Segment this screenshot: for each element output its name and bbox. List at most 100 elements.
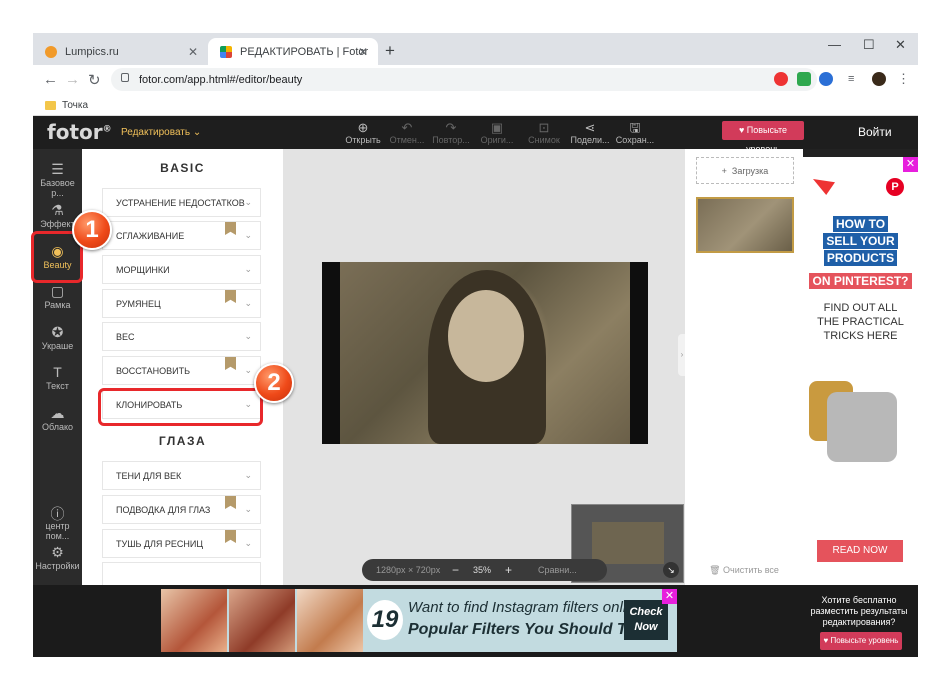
fotor-logo[interactable]: fotor® — [47, 120, 112, 144]
read-now-button[interactable]: READ NOW — [817, 540, 903, 562]
media-icon[interactable]: ≡ — [848, 72, 862, 86]
chevron-down-icon: ⌄ — [244, 470, 252, 480]
panel-item-restore[interactable]: ВОССТАНОВИТЬ ⌄ — [102, 356, 261, 385]
new-tab-icon[interactable]: + — [385, 41, 395, 61]
save-button[interactable]: 🖫 Сохран... — [613, 120, 657, 145]
panel-item-mascara[interactable]: ТУШЬ ДЛЯ РЕСНИЦ ⌄ — [102, 529, 261, 558]
snapshot-icon: ⊡ — [538, 120, 550, 135]
panel-item-smoothing[interactable]: СГЛАЖИВАНИЕ ⌄ — [102, 221, 261, 250]
sliders-icon: ☰ — [51, 161, 64, 177]
pinterest-icon: P — [886, 178, 904, 196]
compare-button[interactable]: Сравни... — [538, 565, 577, 575]
bookmarks-bar: Точка — [33, 95, 918, 116]
sidebar-item-settings[interactable]: ⚙ Настройки — [33, 544, 82, 571]
frame-icon: ▢ — [50, 283, 65, 299]
bottom-advertisement[interactable]: 19 Want to find Instagram filters online… — [161, 589, 677, 652]
sidebar-item-text[interactable]: T Текст — [33, 364, 82, 391]
upload-button[interactable]: + Загрузка — [696, 157, 794, 184]
clear-all-button[interactable]: 🗑 Очистить все — [685, 565, 803, 576]
tab-fotor[interactable]: РЕДАКТИРОВАТЬ | Fotor ✕ — [208, 38, 378, 65]
ad-line: Want to find Instagram filters online? — [408, 599, 652, 616]
address-row: ← → ↻ fotor.com/app.html#/editor/beauty … — [33, 65, 918, 95]
extension-icon[interactable] — [774, 72, 788, 86]
upgrade-button[interactable]: ♥ Повысьте уровень — [820, 632, 902, 650]
sidebar-item-cloud[interactable]: ☁ Облако — [33, 405, 82, 432]
ad-line: HOW TO — [832, 216, 889, 232]
back-icon[interactable]: ← — [43, 71, 58, 88]
upgrade-button[interactable]: ♥ Повысьте уровень — [722, 121, 804, 154]
avatar[interactable] — [872, 72, 886, 86]
panel-item-eyeshadow[interactable]: ТЕНИ ДЛЯ ВЕК ⌄ — [102, 461, 261, 490]
minimize-icon[interactable]: — — [828, 37, 841, 52]
premium-icon — [225, 496, 236, 509]
sidebar-item-basic[interactable]: ☰ Базовое р... — [33, 161, 82, 198]
close-tab-icon[interactable]: ✕ — [188, 45, 198, 59]
bookmark-item[interactable]: Точка — [62, 100, 88, 111]
help-icon: ⓘ — [50, 506, 65, 522]
close-ad-icon[interactable]: ✕ — [903, 157, 918, 172]
close-window-icon[interactable]: ✕ — [895, 37, 906, 53]
image-dimensions: 1280px × 720px — [376, 565, 441, 575]
resize-arrow-icon[interactable]: ↘ — [663, 562, 679, 578]
panel-item-blemish[interactable]: УСТРАНЕНИЕ НЕДОСТАТКОВ ⌄ — [102, 188, 261, 217]
undo-button[interactable]: ↶ Отмен... — [385, 120, 429, 145]
chevron-down-icon: ⌄ — [244, 538, 252, 548]
promo-text: Хотите бесплатно разместить результаты р… — [810, 595, 908, 627]
login-button[interactable]: Войти — [858, 125, 892, 139]
cloud-icon: ☁ — [50, 405, 65, 421]
maximize-icon[interactable]: ☐ — [863, 37, 875, 53]
ad-subtext: FIND OUT ALL THE PRACTICAL TRICKS HERE — [817, 302, 904, 342]
tab-lumpics[interactable]: Lumpics.ru ✕ — [33, 38, 208, 65]
redo-icon: ↷ — [445, 120, 457, 135]
original-button[interactable]: ▣ Ориги... — [475, 120, 519, 145]
chevron-down-icon: ⌄ — [244, 264, 252, 274]
extension-icon[interactable] — [819, 72, 833, 86]
photo-image — [340, 262, 630, 444]
flask-icon: ⚗ — [51, 202, 64, 218]
zoom-out-icon[interactable]: − — [452, 563, 459, 577]
sidebar-item-help[interactable]: ⓘ центр пом... — [33, 504, 82, 541]
address-bar[interactable]: fotor.com/app.html#/editor/beauty ⊞ ☆ — [111, 68, 817, 91]
editor-canvas[interactable]: › ↘ 1280px × 720px − 35% + Сравни... — [283, 149, 686, 585]
forward-icon[interactable]: → — [65, 71, 80, 88]
snapshot-button[interactable]: ⊡ Снимок — [522, 120, 566, 145]
panel-item-wrinkles[interactable]: МОРЩИНКИ ⌄ — [102, 255, 261, 284]
right-advertisement[interactable]: ✕ P HOW TO SELL YOUR PRODUCTS ON PINTERE… — [803, 157, 918, 585]
image-thumbnail[interactable] — [696, 197, 794, 253]
sidebar-item-frame[interactable]: ▢ Рамка — [33, 283, 82, 310]
close-tab-icon[interactable]: ✕ — [358, 45, 368, 59]
folder-icon — [45, 100, 56, 110]
step-badge-1: 1 — [72, 210, 112, 250]
tab-bar: Lumpics.ru ✕ РЕДАКТИРОВАТЬ | Fotor ✕ + —… — [33, 33, 918, 65]
settings-icon: ⚙ — [51, 544, 64, 560]
lock-icon — [121, 73, 129, 82]
undo-icon: ↶ — [401, 120, 413, 135]
chevron-down-icon: ⌄ — [244, 197, 252, 207]
mode-select[interactable]: Редактировать ⌄ — [121, 127, 201, 138]
reload-icon[interactable]: ↻ — [88, 71, 101, 89]
open-button[interactable]: ⊕ Открыть — [341, 120, 385, 145]
redo-button[interactable]: ↷ Повтор... — [429, 120, 473, 145]
ad-line: ON PINTEREST? — [809, 273, 912, 289]
extension-icon[interactable] — [797, 72, 811, 86]
panel-item-blush[interactable]: РУМЯНЕЦ ⌄ — [102, 289, 261, 318]
app-topbar: fotor® Редактировать ⌄ ⊕ Открыть ↶ Отмен..… — [33, 116, 918, 154]
menu-icon[interactable]: ⋮ — [897, 71, 910, 87]
original-icon: ▣ — [490, 120, 504, 135]
photo[interactable] — [322, 262, 648, 444]
share-button[interactable]: ⋖ Подели... — [568, 120, 612, 145]
chevron-down-icon: ⌄ — [244, 298, 252, 308]
bag-image — [827, 392, 897, 462]
panel-item-eyeliner[interactable]: ПОДВОДКА ДЛЯ ГЛАЗ ⌄ — [102, 495, 261, 524]
zoom-value: 35% — [473, 565, 492, 575]
panel-item-more[interactable] — [102, 562, 261, 585]
zoom-in-icon[interactable]: + — [505, 563, 512, 577]
check-now-button[interactable]: Check Now — [624, 600, 668, 640]
close-ad-icon[interactable]: ✕ — [662, 589, 677, 604]
right-panel: + Загрузка 🗑 Очистить все — [685, 149, 803, 585]
save-icon: 🖫 — [629, 120, 641, 135]
panel-item-weight[interactable]: ВЕС ⌄ — [102, 322, 261, 351]
bottom-ad-bar: 19 Want to find Instagram filters online… — [33, 585, 918, 657]
text-icon: T — [53, 364, 62, 380]
sidebar-item-sticker[interactable]: ✪ Украше — [33, 324, 82, 351]
